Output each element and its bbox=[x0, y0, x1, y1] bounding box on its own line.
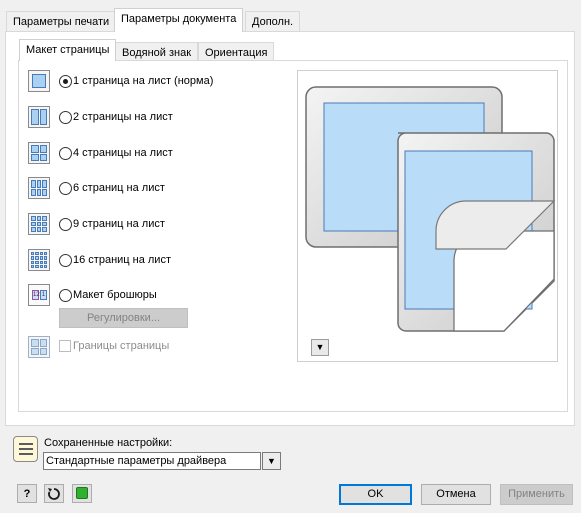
page-cell bbox=[31, 256, 35, 260]
page-cell bbox=[39, 153, 47, 161]
layout-4-up-icon bbox=[28, 142, 50, 164]
adjust-button[interactable]: Регулировки... bbox=[59, 308, 188, 328]
page-cell bbox=[31, 221, 36, 227]
page-cell bbox=[36, 180, 42, 188]
page-cell bbox=[31, 260, 35, 264]
page-cell bbox=[31, 264, 35, 268]
layout-option-label: 4 страницы на лист bbox=[73, 147, 173, 159]
page-cell bbox=[39, 260, 43, 264]
layout-option-label: 6 страниц на лист bbox=[73, 182, 165, 194]
page-cell bbox=[39, 145, 47, 153]
page-cell bbox=[35, 264, 39, 268]
layout-option-label: 9 страниц на лист bbox=[73, 218, 165, 230]
layout-1-up-icon bbox=[28, 70, 50, 92]
page-cell bbox=[43, 260, 47, 264]
reset-icon bbox=[48, 488, 60, 500]
radio-one-per-sheet[interactable] bbox=[59, 75, 72, 88]
page-cell bbox=[31, 252, 35, 256]
radio-two-per-sheet[interactable] bbox=[59, 111, 72, 124]
saved-settings-dropdown-arrow[interactable]: ▼ bbox=[262, 452, 281, 470]
page-cell bbox=[42, 221, 47, 227]
page-borders-checkbox[interactable] bbox=[59, 340, 71, 352]
page-cell bbox=[36, 227, 42, 232]
page-cell bbox=[43, 252, 47, 256]
page-cell bbox=[39, 256, 43, 260]
layout-9-up-icon bbox=[28, 213, 50, 235]
ok-button[interactable]: OK bbox=[339, 484, 412, 505]
page-cell bbox=[35, 256, 39, 260]
layout-2-up-icon bbox=[28, 106, 50, 128]
page-cell bbox=[31, 227, 36, 232]
page-cell bbox=[36, 216, 42, 221]
preview-dropdown-button[interactable]: ▼ bbox=[311, 339, 329, 356]
page-cell bbox=[36, 188, 42, 196]
layout-option-label: 1 страница на лист (норма) bbox=[73, 75, 214, 87]
status-button[interactable] bbox=[72, 484, 92, 503]
page-cell bbox=[42, 216, 47, 221]
radio-booklet[interactable] bbox=[59, 289, 72, 302]
radio-nine-per-sheet[interactable] bbox=[59, 218, 72, 231]
reset-button[interactable] bbox=[44, 484, 64, 503]
page-cell bbox=[31, 180, 36, 188]
layout-6-up-icon bbox=[28, 177, 50, 199]
layout-option-label: 16 страниц на лист bbox=[73, 254, 171, 266]
saved-settings-select[interactable]: Стандартные параметры драйвера bbox=[43, 452, 261, 470]
page-cell bbox=[31, 188, 36, 196]
cancel-button[interactable]: Отмена bbox=[421, 484, 491, 505]
saved-settings-icon bbox=[13, 436, 38, 462]
saved-settings-label: Сохраненные настройки: bbox=[44, 437, 173, 449]
page-cell bbox=[42, 188, 47, 196]
page-cell bbox=[31, 109, 39, 125]
page-cell bbox=[42, 227, 47, 232]
tab-document-settings[interactable]: Параметры документа bbox=[114, 8, 244, 32]
page-cell bbox=[31, 216, 36, 221]
page-cell bbox=[43, 256, 47, 260]
tab-advanced[interactable]: Дополн. bbox=[245, 11, 301, 32]
apply-button[interactable]: Применить bbox=[500, 484, 573, 505]
page-cell bbox=[35, 260, 39, 264]
page-cell bbox=[43, 264, 47, 268]
tab-page-layout[interactable]: Макет страницы bbox=[19, 39, 117, 61]
page-cell bbox=[31, 153, 39, 161]
page-cell bbox=[35, 252, 39, 256]
page-cell bbox=[39, 109, 47, 125]
page-cell bbox=[39, 252, 43, 256]
tab-print-settings[interactable]: Параметры печати bbox=[6, 11, 117, 32]
booklet-label: Макет брошюры bbox=[73, 289, 157, 301]
page-borders-icon bbox=[28, 336, 50, 358]
status-green-icon bbox=[76, 487, 88, 499]
page-cell bbox=[32, 74, 46, 88]
radio-four-per-sheet[interactable] bbox=[59, 147, 72, 160]
booklet-icon: 12 1 bbox=[28, 284, 50, 306]
help-button[interactable]: ? bbox=[17, 484, 37, 503]
page-cell bbox=[31, 145, 39, 153]
radio-six-per-sheet[interactable] bbox=[59, 182, 72, 195]
layout-preview: ▼ bbox=[297, 70, 558, 362]
page-preview-image bbox=[305, 86, 556, 332]
page-cell bbox=[42, 180, 47, 188]
layout-option-label: 2 страницы на лист bbox=[73, 111, 173, 123]
page-borders-label: Границы страницы bbox=[73, 340, 170, 352]
page-cell bbox=[36, 221, 42, 227]
radio-sixteen-per-sheet[interactable] bbox=[59, 254, 72, 267]
layout-16-up-icon bbox=[28, 249, 50, 271]
page-cell bbox=[39, 264, 43, 268]
